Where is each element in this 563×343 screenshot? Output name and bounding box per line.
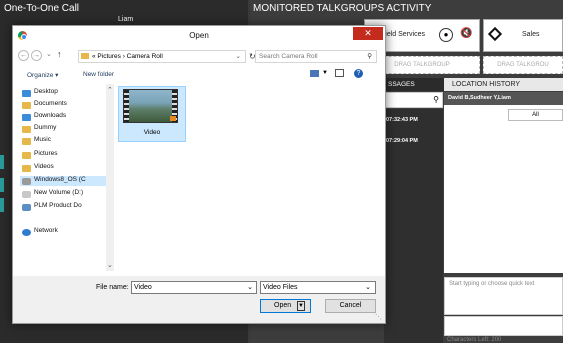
- message-search-input[interactable]: ⚲: [384, 92, 443, 108]
- open-button[interactable]: Open ▼: [260, 299, 311, 313]
- sidebar-item-pictures[interactable]: Pictures: [34, 150, 57, 157]
- left-panel-title: One-To-One Call: [4, 3, 80, 14]
- talkgroup-label: Sales: [522, 31, 540, 38]
- downloads-icon: [22, 114, 31, 121]
- message-list: [384, 109, 443, 343]
- sidebar-item-network[interactable]: Network: [34, 227, 58, 234]
- sidebar-item-windows-drive[interactable]: Windows8_OS (C: [34, 176, 86, 183]
- open-file-dialog: Open ✕ ← → ⌄ ↑ « Pictures › Camera Roll …: [12, 25, 386, 324]
- quick-text-area[interactable]: [444, 316, 563, 336]
- back-icon[interactable]: ←: [18, 50, 29, 61]
- sidebar-item-music[interactable]: Music: [34, 136, 51, 143]
- message-time[interactable]: 07:32:43 PM: [386, 117, 418, 123]
- talkgroup-label: Field Services: [381, 31, 425, 38]
- location-users: David B,Sudheer Y,Liam: [444, 92, 563, 105]
- preview-pane-icon[interactable]: [335, 69, 344, 77]
- help-icon[interactable]: ?: [354, 69, 363, 78]
- file-type-value: Video Files: [263, 284, 298, 291]
- documents-icon: [22, 102, 31, 109]
- right-panel-title: MONITORED TALKGROUPS ACTIVITY: [253, 3, 432, 14]
- message-time[interactable]: 07:29:04 PM: [386, 138, 418, 144]
- recent-dropdown-icon[interactable]: ⌄: [46, 50, 52, 58]
- left-edge-marker: [0, 178, 4, 192]
- new-folder-button[interactable]: New folder: [83, 71, 114, 78]
- search-icon[interactable]: ⚲: [433, 95, 439, 104]
- view-options-icon[interactable]: [310, 70, 319, 77]
- search-icon[interactable]: ⚲: [367, 51, 372, 62]
- folder-icon: [22, 126, 31, 133]
- left-edge-marker: [0, 155, 4, 169]
- drag-talkgroup-slot[interactable]: DRAG TALKGROU: [483, 56, 563, 74]
- video-thumbnail-icon[interactable]: [123, 89, 178, 123]
- search-input[interactable]: Search Camera Roll ⚲: [255, 50, 377, 63]
- dialog-title: Open: [189, 31, 209, 40]
- quick-text-input[interactable]: Start typing or choose quick text: [444, 277, 563, 315]
- sidebar-item-desktop[interactable]: Desktop: [34, 88, 58, 95]
- file-name-input[interactable]: Video ⌄: [131, 281, 257, 294]
- chevron-down-icon[interactable]: ⌄: [236, 51, 241, 62]
- network-drive-icon: [22, 204, 31, 211]
- desktop-icon: [22, 90, 31, 97]
- mute-speaker-icon[interactable]: 🔇: [460, 28, 472, 39]
- address-bar[interactable]: « Pictures › Camera Roll ⌄: [78, 50, 246, 63]
- location-filter-select[interactable]: All: [508, 109, 563, 121]
- drive-icon: [22, 191, 31, 198]
- chevron-down-icon[interactable]: ⌄: [247, 282, 253, 293]
- sidebar-item-dummy[interactable]: Dummy: [34, 124, 56, 131]
- chevron-down-icon[interactable]: ▼: [322, 70, 328, 76]
- talkgroup-diamond-icon: [487, 26, 503, 42]
- left-panel-contact: Liam: [118, 16, 134, 23]
- nav-scrollbar[interactable]: ⌃ ⌄: [106, 84, 114, 271]
- sidebar-item-downloads[interactable]: Downloads: [34, 112, 66, 119]
- organize-button[interactable]: Organize ▾: [27, 71, 58, 79]
- file-type-select[interactable]: Video Files ⌄: [260, 281, 376, 294]
- location-map-area: [444, 105, 563, 273]
- forward-icon[interactable]: →: [31, 50, 42, 61]
- network-icon: [22, 229, 31, 236]
- scroll-up-icon[interactable]: ⌃: [107, 86, 113, 94]
- search-placeholder: Search Camera Roll: [259, 53, 318, 60]
- tab-location-history[interactable]: LOCATION HISTORY: [444, 78, 563, 91]
- file-name-value: Video: [134, 284, 152, 291]
- sidebar-item-new-volume[interactable]: New Volume (D:): [34, 189, 83, 196]
- breadcrumb[interactable]: « Pictures › Camera Roll: [92, 53, 163, 60]
- left-edge-marker: [0, 198, 4, 212]
- file-name-label: File name:: [96, 284, 129, 291]
- sidebar-item-plm-product[interactable]: PLM Product Do: [34, 202, 82, 209]
- chevron-down-icon[interactable]: ⌄: [365, 282, 371, 293]
- drive-icon: [22, 178, 31, 185]
- scroll-down-icon[interactable]: ⌄: [107, 261, 113, 269]
- pictures-icon: [22, 152, 31, 159]
- close-button[interactable]: ✕: [353, 27, 383, 40]
- up-arrow-icon[interactable]: ↑: [57, 49, 62, 59]
- videos-icon: [22, 165, 31, 172]
- characters-left: Characters Left: 200: [447, 337, 502, 343]
- music-icon: [22, 138, 31, 145]
- sidebar-item-videos[interactable]: Videos: [34, 163, 54, 170]
- file-item-label: Video: [143, 129, 161, 136]
- open-button-label: Open: [274, 302, 292, 309]
- cancel-button[interactable]: Cancel: [325, 299, 376, 313]
- microphone-icon[interactable]: ●: [439, 28, 453, 42]
- tab-messages[interactable]: SSAGES: [384, 78, 448, 91]
- folder-icon: [81, 53, 89, 60]
- talkgroup-sales[interactable]: Sales: [483, 19, 563, 52]
- split-dropdown-icon[interactable]: ▼: [297, 301, 305, 311]
- resize-grip-icon[interactable]: ⋱: [375, 313, 382, 321]
- sidebar-item-documents[interactable]: Documents: [34, 100, 67, 107]
